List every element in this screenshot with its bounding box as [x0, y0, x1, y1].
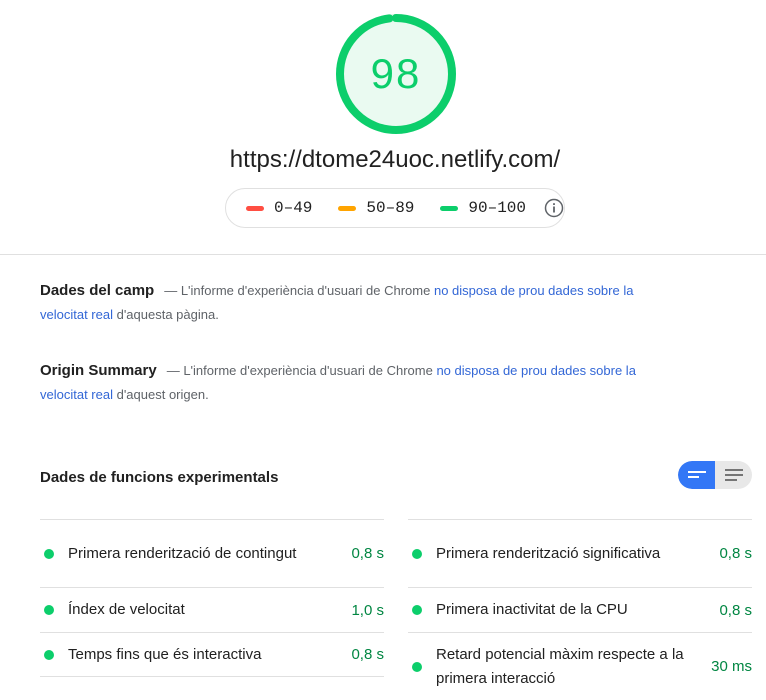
pass-dot	[412, 605, 422, 615]
origin-summary-heading: Origin Summary	[40, 362, 157, 379]
metric-value: 0,8 s	[719, 601, 752, 619]
legend-item-fail: 0–49	[246, 199, 312, 217]
metric-value: 0,8 s	[351, 545, 384, 562]
pass-dot	[44, 649, 54, 660]
field-data-heading: Dades del camp	[40, 282, 155, 299]
legend-item-average: 50–89	[338, 199, 414, 217]
compact-view-button[interactable]	[678, 461, 715, 489]
metric-value: 30 ms	[711, 658, 752, 675]
metric-label: Temps fins que és interactiva	[68, 645, 262, 663]
info-icon[interactable]	[544, 198, 564, 218]
pass-dot	[412, 661, 422, 672]
metric-first-cpu-idle: Primera inactivitat de la CPU 0,8 s	[408, 587, 752, 632]
metrics-view-toggle[interactable]	[678, 461, 752, 489]
legend-pass-swatch	[440, 205, 459, 211]
field-data-text-after: d'aquesta pàgina.	[112, 307, 219, 322]
pass-dot	[44, 548, 54, 559]
pass-dot	[44, 605, 54, 615]
metric-label: Índex de velocitat	[68, 601, 185, 618]
metric-label: Primera renderització significativa	[436, 544, 661, 562]
metric-value: 1,0 s	[351, 601, 384, 619]
section-divider	[0, 254, 766, 255]
score-value: 98	[370, 50, 422, 97]
expanded-view-icon	[724, 469, 743, 481]
legend-fail-swatch	[246, 205, 264, 211]
legend-fail-range: 0–49	[274, 199, 313, 217]
performance-score-gauge: 98	[334, 12, 458, 136]
metric-first-meaningful-paint: Primera renderització significativa 0,8 …	[408, 519, 752, 587]
score-legend: 0–49 50–89 90–100	[225, 188, 565, 228]
metric-value: 0,8 s	[719, 545, 752, 562]
lab-data-heading: Dades de funcions experimentals	[40, 469, 279, 486]
metric-time-to-interactive: Temps fins que és interactiva 0,8 s	[40, 632, 384, 677]
legend-pass-range: 90–100	[468, 199, 526, 217]
origin-summary-section: Origin Summary — L'informe d'experiència …	[40, 359, 680, 407]
lab-metrics-left: Primera renderització de contingut 0,8 s…	[40, 519, 384, 677]
legend-item-pass: 90–100	[440, 199, 526, 217]
metric-label: Primera renderització de contingut	[68, 544, 297, 562]
metric-label: Retard potencial màxim respecte a la pri…	[436, 645, 684, 687]
metric-max-potential-fid: Retard potencial màxim respecte a la pri…	[408, 632, 752, 700]
legend-average-swatch	[338, 205, 357, 211]
pass-dot	[412, 548, 422, 559]
page-url: https://dtome24uoc.netlify.com/	[229, 146, 561, 173]
compact-view-icon	[687, 471, 706, 478]
metric-value: 0,8 s	[351, 646, 384, 663]
field-data-section: Dades del camp — L'informe d'experiència …	[40, 279, 680, 327]
field-data-text-before: — L'informe d'experiència d'usuari de Ch…	[164, 283, 434, 298]
lab-metrics-right: Primera renderització significativa 0,8 …	[408, 519, 752, 700]
expanded-view-button[interactable]	[715, 461, 752, 489]
metric-speed-index: Índex de velocitat 1,0 s	[40, 587, 384, 632]
origin-summary-text-before: — L'informe d'experiència d'usuari de Ch…	[166, 363, 437, 378]
origin-summary-text-after: d'aquest origen.	[112, 387, 209, 402]
metric-first-contentful-paint: Primera renderització de contingut 0,8 s	[40, 519, 384, 587]
metric-label: Primera inactivitat de la CPU	[436, 601, 628, 618]
legend-average-range: 50–89	[366, 199, 415, 217]
